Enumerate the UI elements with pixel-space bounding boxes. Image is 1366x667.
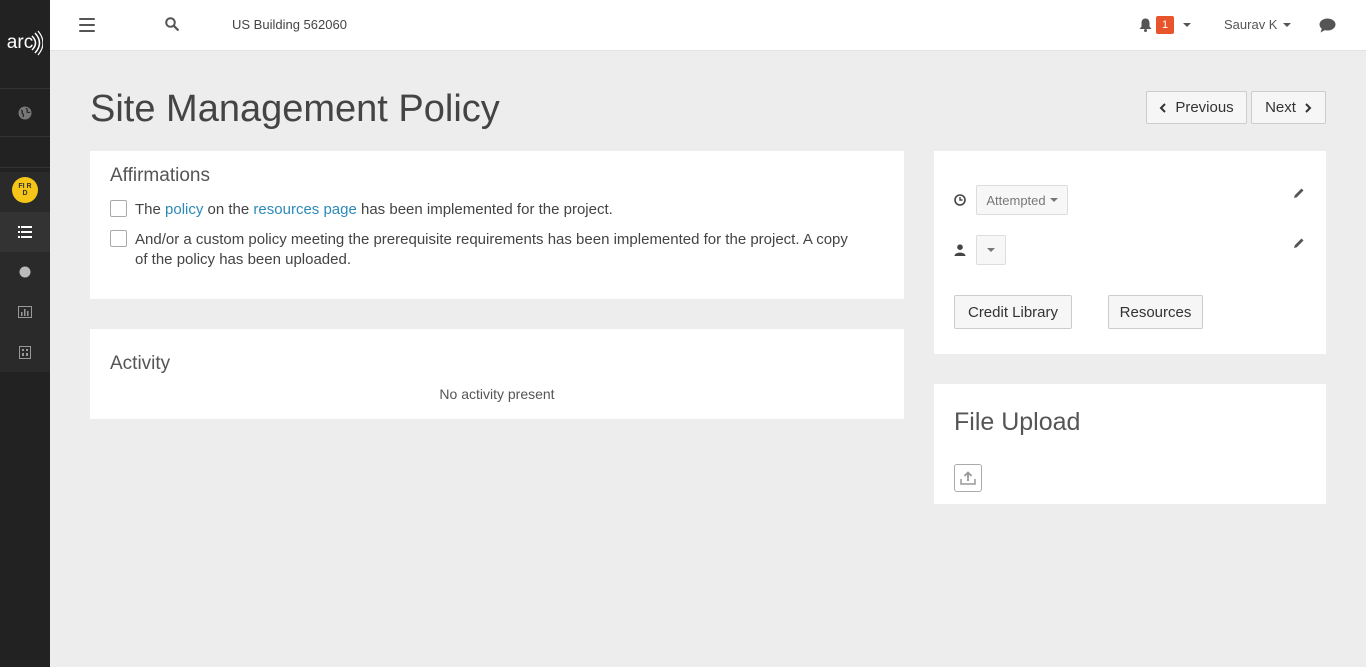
- next-label: Next: [1265, 99, 1296, 116]
- notifications-dropdown[interactable]: 1: [1139, 16, 1192, 34]
- circle-icon: [19, 266, 31, 278]
- report-icon: [19, 345, 31, 359]
- affirmation-checkbox-2[interactable]: [110, 230, 127, 247]
- resources-page-link[interactable]: resources page: [253, 201, 356, 218]
- sidebar-item-globe[interactable]: [0, 93, 50, 133]
- upload-icon[interactable]: [954, 464, 982, 492]
- sidebar-item-project[interactable]: FI RD: [0, 170, 50, 210]
- list-icon: [18, 226, 32, 238]
- affirmation-item: And/or a custom policy meeting the prere…: [110, 230, 848, 270]
- bell-icon: [1139, 18, 1152, 32]
- affirmation-item: The policy on the resources page has bee…: [110, 200, 613, 220]
- user-menu[interactable]: Saurav K: [1224, 17, 1292, 32]
- chevron-down-icon: [1283, 22, 1292, 27]
- logo-text: arc: [6, 32, 34, 53]
- chevron-down-icon: [1049, 198, 1058, 202]
- previous-button[interactable]: Previous: [1146, 91, 1247, 124]
- project-badge-icon: FI RD: [12, 177, 38, 203]
- menu-toggle-icon[interactable]: [79, 18, 95, 32]
- affirmation-checkbox-1[interactable]: [110, 200, 127, 217]
- activity-title: Activity: [110, 353, 171, 374]
- bar-chart-icon: [18, 306, 32, 318]
- next-button[interactable]: Next: [1251, 91, 1326, 124]
- activity-card: Activity No activity present: [90, 329, 904, 419]
- assignee-dropdown[interactable]: [976, 235, 1006, 265]
- sidebar-divider: [0, 136, 50, 137]
- sidebar-item-analytics[interactable]: [0, 292, 50, 332]
- logo-waves-icon: [31, 30, 44, 56]
- status-dropdown[interactable]: Attempted: [976, 185, 1068, 215]
- policy-link[interactable]: policy: [165, 201, 203, 218]
- previous-label: Previous: [1175, 99, 1234, 116]
- sidebar-item-circle[interactable]: [0, 252, 50, 292]
- file-upload-title: File Upload: [954, 408, 1081, 436]
- user-name: Saurav K: [1224, 17, 1278, 32]
- file-upload-card: File Upload: [934, 384, 1326, 504]
- affirmations-title: Affirmations: [110, 165, 210, 186]
- sidebar-item-reports[interactable]: [0, 332, 50, 372]
- notification-count-badge: 1: [1156, 16, 1175, 34]
- user-icon: [954, 244, 966, 256]
- assignee-row: [954, 235, 1006, 265]
- activity-empty-text: No activity present: [439, 386, 555, 402]
- chevron-left-icon: [1159, 102, 1167, 113]
- project-name[interactable]: US Building 562060: [232, 17, 347, 32]
- top-bar: US Building 562060 1 Saurav K: [50, 0, 1366, 51]
- credit-library-button[interactable]: Credit Library: [954, 295, 1072, 329]
- globe-icon: [18, 106, 32, 120]
- chevron-down-icon: [987, 248, 995, 252]
- status-row: Attempted: [954, 185, 1068, 215]
- arc-logo[interactable]: arc: [0, 0, 50, 88]
- chat-icon[interactable]: [1319, 18, 1336, 38]
- search-icon[interactable]: [165, 17, 179, 36]
- sidebar-item-list[interactable]: [0, 212, 50, 252]
- affirmations-card: Affirmations The policy on the resources…: [90, 151, 904, 299]
- affirmation-text-2: And/or a custom policy meeting the prere…: [135, 231, 848, 268]
- affirmation-text-1: The policy on the resources page has bee…: [135, 201, 613, 218]
- edit-assignee-pencil-icon[interactable]: [1293, 236, 1305, 254]
- chevron-right-icon: [1305, 102, 1312, 113]
- sidebar: arc FI RD: [0, 0, 50, 667]
- project-badge-text: FI RD: [18, 183, 32, 197]
- resources-button[interactable]: Resources: [1108, 295, 1203, 329]
- page-title: Site Management Policy: [90, 88, 500, 130]
- sidebar-divider: [0, 167, 50, 168]
- credit-status-card: Attempted Credit Library Resources: [934, 151, 1326, 354]
- sidebar-divider: [0, 88, 50, 89]
- status-value: Attempted: [986, 192, 1046, 208]
- edit-status-pencil-icon[interactable]: [1293, 186, 1305, 204]
- chevron-down-icon: [1183, 23, 1192, 27]
- clock-icon: [954, 194, 966, 206]
